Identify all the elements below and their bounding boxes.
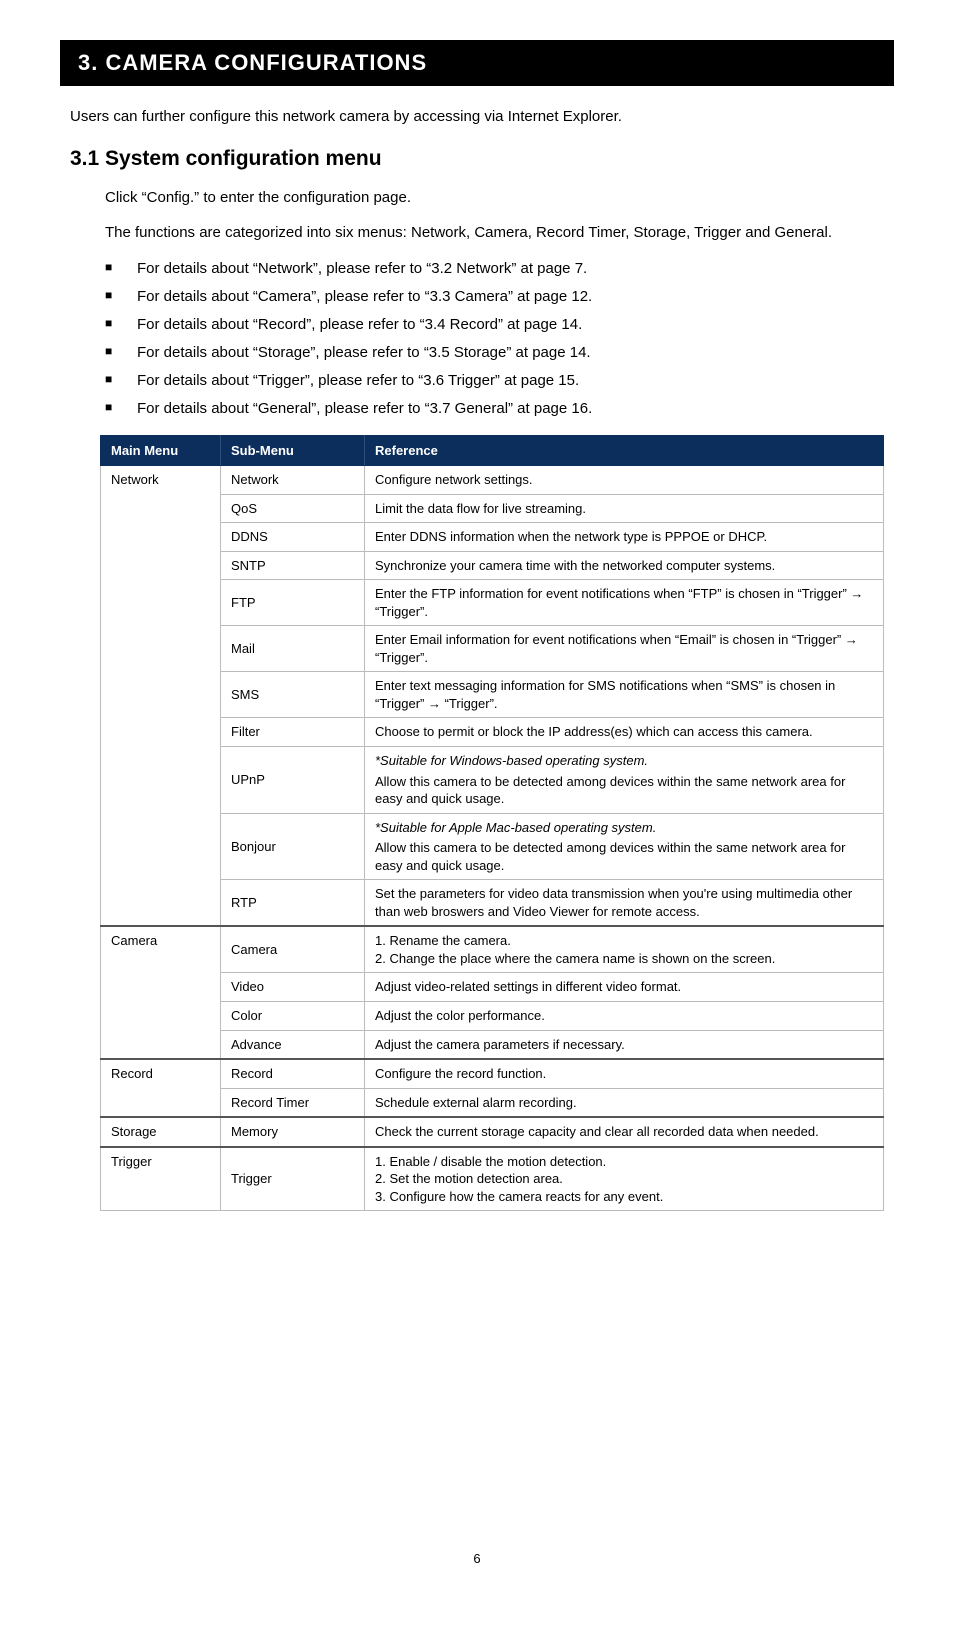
cell-ref: Set the parameters for video data transm…: [365, 880, 884, 927]
cell-main-network: Network: [101, 466, 221, 927]
cell-sub: Camera: [221, 926, 365, 973]
table-row: Storage Memory Check the current storage…: [101, 1117, 884, 1147]
cell-ref: 1. Enable / disable the motion detection…: [365, 1147, 884, 1211]
cell-sub: SNTP: [221, 551, 365, 580]
cell-ref: Enter DDNS information when the network …: [365, 523, 884, 552]
body-paragraph: The functions are categorized into six m…: [105, 222, 884, 243]
cell-ref: Limit the data flow for live streaming.: [365, 494, 884, 523]
trigger-ref-line3: 3. Configure how the camera reacts for a…: [375, 1188, 873, 1206]
table-row: Camera Camera 1. Rename the camera. 2. C…: [101, 926, 884, 973]
cell-ref: Adjust the camera parameters if necessar…: [365, 1030, 884, 1059]
cell-ref: 1. Rename the camera. 2. Change the plac…: [365, 926, 884, 973]
cell-sub: Mail: [221, 626, 365, 672]
body-paragraph: Click “Config.” to enter the configurati…: [105, 187, 884, 208]
cell-ref: *Suitable for Apple Mac-based operating …: [365, 813, 884, 880]
cell-ref: Enter the FTP information for event noti…: [365, 580, 884, 626]
trigger-ref-line2: 2. Set the motion detection area.: [375, 1170, 873, 1188]
list-item: For details about “Network”, please refe…: [105, 257, 884, 281]
camera-ref-line2: 2. Change the place where the camera nam…: [375, 950, 873, 968]
cell-sub: Filter: [221, 718, 365, 747]
upnp-body: Allow this camera to be detected among d…: [375, 773, 873, 808]
intro-text: Users can further configure this network…: [70, 108, 884, 125]
cell-ref: Configure the record function.: [365, 1059, 884, 1088]
cell-ref: Schedule external alarm recording.: [365, 1088, 884, 1117]
cell-ref: Adjust video-related settings in differe…: [365, 973, 884, 1002]
cell-sub: FTP: [221, 580, 365, 626]
cell-ref: Enter text messaging information for SMS…: [365, 672, 884, 718]
cell-sub: Network: [221, 466, 365, 495]
cell-ref: Enter Email information for event notifi…: [365, 626, 884, 672]
cell-main-record: Record: [101, 1059, 221, 1117]
table-header-row: Main Menu Sub-Menu Reference: [101, 436, 884, 466]
list-item: For details about “General”, please refe…: [105, 397, 884, 421]
cell-sub: Trigger: [221, 1147, 365, 1211]
cell-sub: Color: [221, 1002, 365, 1031]
cell-ref: Check the current storage capacity and c…: [365, 1117, 884, 1147]
th-reference: Reference: [365, 436, 884, 466]
cell-sub: Advance: [221, 1030, 365, 1059]
cell-main-storage: Storage: [101, 1117, 221, 1147]
list-item: For details about “Record”, please refer…: [105, 313, 884, 337]
bonjour-body: Allow this camera to be detected among d…: [375, 839, 873, 874]
menu-table: Main Menu Sub-Menu Reference Network Net…: [100, 435, 884, 1211]
cell-sub: Record Timer: [221, 1088, 365, 1117]
cell-sub: Video: [221, 973, 365, 1002]
cell-sub: DDNS: [221, 523, 365, 552]
cell-ref: Synchronize your camera time with the ne…: [365, 551, 884, 580]
th-main-menu: Main Menu: [101, 436, 221, 466]
cell-ref: Choose to permit or block the IP address…: [365, 718, 884, 747]
table-row: Network Network Configure network settin…: [101, 466, 884, 495]
list-item: For details about “Storage”, please refe…: [105, 341, 884, 365]
section-heading: 3.1 System configuration menu: [70, 147, 884, 171]
list-item: For details about “Camera”, please refer…: [105, 285, 884, 309]
cell-sub: Record: [221, 1059, 365, 1088]
cell-sub: UPnP: [221, 747, 365, 814]
cell-sub: QoS: [221, 494, 365, 523]
table-row: Record Record Configure the record funct…: [101, 1059, 884, 1088]
page-number: 6: [60, 1551, 894, 1566]
cell-sub: SMS: [221, 672, 365, 718]
trigger-ref-line1: 1. Enable / disable the motion detection…: [375, 1153, 873, 1171]
th-sub-menu: Sub-Menu: [221, 436, 365, 466]
bullet-list: For details about “Network”, please refe…: [105, 257, 884, 421]
list-item: For details about “Trigger”, please refe…: [105, 369, 884, 393]
cell-ref: Adjust the color performance.: [365, 1002, 884, 1031]
cell-ref: Configure network settings.: [365, 466, 884, 495]
cell-sub: RTP: [221, 880, 365, 927]
cell-sub: Bonjour: [221, 813, 365, 880]
cell-main-camera: Camera: [101, 926, 221, 1059]
upnp-note: *Suitable for Windows-based operating sy…: [375, 753, 648, 768]
cell-ref: *Suitable for Windows-based operating sy…: [365, 747, 884, 814]
table-row: Trigger Trigger 1. Enable / disable the …: [101, 1147, 884, 1211]
cell-sub: Memory: [221, 1117, 365, 1147]
cell-main-trigger: Trigger: [101, 1147, 221, 1211]
camera-ref-line1: 1. Rename the camera.: [375, 932, 873, 950]
chapter-heading: 3. CAMERA CONFIGURATIONS: [60, 40, 894, 86]
bonjour-note: *Suitable for Apple Mac-based operating …: [375, 820, 656, 835]
